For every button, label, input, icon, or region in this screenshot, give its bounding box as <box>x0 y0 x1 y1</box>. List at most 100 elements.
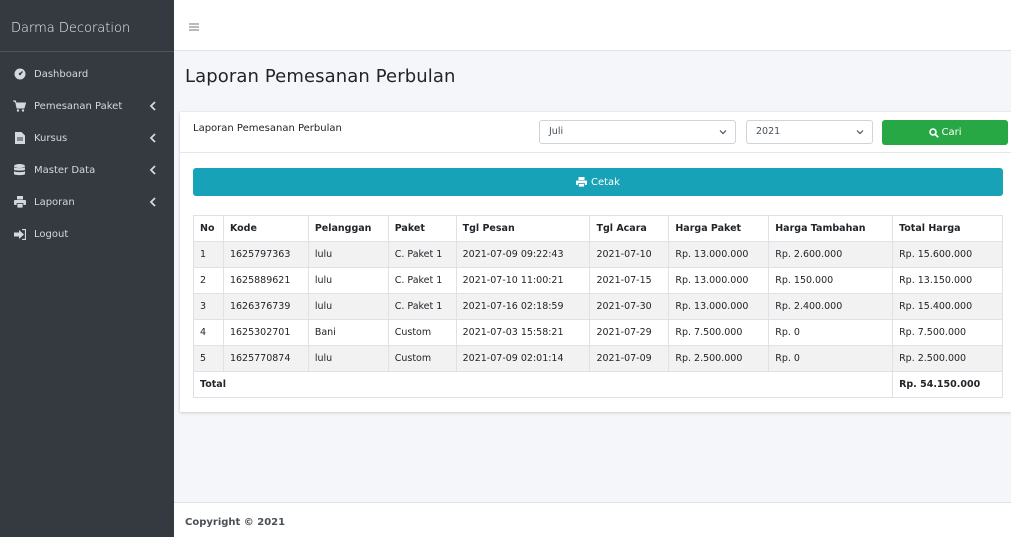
table-cell: 1625889621 <box>222 267 309 294</box>
sidebar-item-logout[interactable]: Logout <box>0 218 174 250</box>
month-select-value: Juli <box>549 126 564 137</box>
table-cell: 5 <box>193 345 224 372</box>
table-cell: lulu <box>307 241 389 268</box>
table-row: 2 1625889621 lulu C. Paket 1 2021-07-10 … <box>193 267 1003 294</box>
card-header: Laporan Pemesanan Perbulan Juli 2021 Car… <box>180 112 1011 153</box>
table-cell: 2021-07-10 11:00:21 <box>455 267 591 294</box>
year-select[interactable]: 2021 <box>746 120 873 144</box>
sidebar-item-master-data[interactable]: Master Data <box>0 154 174 186</box>
column-header-pelanggan: Pelanggan <box>307 215 389 242</box>
table-cell: Rp. 13.000.000 <box>668 267 770 294</box>
page-title: Laporan Pemesanan Perbulan <box>185 66 456 87</box>
column-header-tgl-acara: Tgl Acara <box>589 215 670 242</box>
chevron-left-icon <box>149 132 159 144</box>
table-cell: lulu <box>307 345 389 372</box>
table-cell: lulu <box>307 293 389 320</box>
print-button-label: Cetak <box>591 176 620 188</box>
column-header-total-harga: Total Harga <box>892 215 1003 242</box>
chevron-down-icon <box>856 128 864 136</box>
table-cell: Rp. 7.500.000 <box>892 319 1003 346</box>
report-card: Laporan Pemesanan Perbulan Juli 2021 Car… <box>180 112 1011 412</box>
table-cell: Rp. 2.500.000 <box>668 345 770 372</box>
sign-out-icon <box>13 228 26 241</box>
column-header-harga-paket: Harga Paket <box>668 215 770 242</box>
table-cell: 2 <box>193 267 224 294</box>
table-cell: 3 <box>193 293 224 320</box>
dashboard-gauge-icon <box>13 68 26 81</box>
table-row: 4 1625302701 Bani Custom 2021-07-03 15:5… <box>193 319 1003 346</box>
table-cell: Custom <box>387 345 457 372</box>
column-header-paket: Paket <box>387 215 457 242</box>
sidebar-item-label: Laporan <box>34 196 75 208</box>
shopping-cart-icon <box>13 100 26 113</box>
table-cell: 2021-07-15 <box>589 267 670 294</box>
table-cell: Rp. 13.000.000 <box>668 293 770 320</box>
sidebar-nav: Dashboard Pemesanan Paket Kursus Master … <box>0 58 174 250</box>
sidebar-item-label: Pemesanan Paket <box>34 100 123 112</box>
chevron-down-icon <box>719 128 727 136</box>
table-cell: 2021-07-09 02:01:14 <box>455 345 591 372</box>
total-label: Total <box>192 371 894 398</box>
table-cell: Rp. 15.400.000 <box>892 293 1003 320</box>
table-cell: C. Paket 1 <box>387 267 457 294</box>
top-navbar <box>174 8 1011 51</box>
table-cell: 2021-07-16 02:18:59 <box>455 293 591 320</box>
chevron-left-icon <box>149 164 159 176</box>
table-cell: Bani <box>307 319 389 346</box>
copyright-text: Copyright © 2021 <box>185 517 286 528</box>
table-cell: Rp. 15.600.000 <box>892 241 1003 268</box>
table-cell: lulu <box>307 267 389 294</box>
table-row: 3 1626376739 lulu C. Paket 1 2021-07-16 … <box>193 293 1003 320</box>
search-icon <box>928 127 939 138</box>
table-cell: 2021-07-30 <box>589 293 670 320</box>
table-cell: Rp. 13.000.000 <box>668 241 770 268</box>
hamburger-menu-icon[interactable] <box>188 21 200 33</box>
document-icon <box>13 132 26 145</box>
table-cell: Rp. 7.500.000 <box>668 319 770 346</box>
chevron-left-icon <box>149 196 159 208</box>
sidebar-item-label: Master Data <box>34 164 96 176</box>
brand-name[interactable]: Darma Decoration <box>0 8 174 52</box>
table-row: 5 1625770874 lulu Custom 2021-07-09 02:0… <box>193 345 1003 372</box>
search-button-label: Cari <box>941 127 962 138</box>
column-header-tgl-pesan: Tgl Pesan <box>455 215 591 242</box>
table-header-row: No Kode Pelanggan Paket Tgl Pesan Tgl Ac… <box>193 215 1003 242</box>
month-select[interactable]: Juli <box>539 120 736 144</box>
total-value: Rp. 54.150.000 <box>892 371 1003 398</box>
search-button[interactable]: Cari <box>882 120 1008 145</box>
table-total-row: Total Rp. 54.150.000 <box>192 371 1003 398</box>
table-cell: 2021-07-09 09:22:43 <box>455 241 591 268</box>
print-button[interactable]: Cetak <box>193 168 1003 196</box>
table-cell: C. Paket 1 <box>387 293 457 320</box>
report-table: No Kode Pelanggan Paket Tgl Pesan Tgl Ac… <box>192 215 1003 398</box>
table-cell: C. Paket 1 <box>387 241 457 268</box>
sidebar-item-label: Kursus <box>34 132 68 144</box>
chevron-left-icon <box>149 100 159 112</box>
sidebar: Darma Decoration Dashboard Pemesanan Pak… <box>0 0 174 537</box>
sidebar-item-laporan[interactable]: Laporan <box>0 186 174 218</box>
table-cell: 4 <box>193 319 224 346</box>
sidebar-item-pemesanan-paket[interactable]: Pemesanan Paket <box>0 90 174 122</box>
table-cell: Custom <box>387 319 457 346</box>
content-wrapper: Laporan Pemesanan Perbulan Laporan Pemes… <box>174 51 1011 502</box>
table-cell: Rp. 0 <box>768 319 894 346</box>
table-cell: Rp. 2.500.000 <box>892 345 1003 372</box>
sidebar-item-label: Dashboard <box>34 68 89 80</box>
table-cell: 1625797363 <box>222 241 309 268</box>
printer-icon <box>576 177 587 187</box>
database-icon <box>13 164 26 177</box>
table-cell: Rp. 13.150.000 <box>892 267 1003 294</box>
table-cell: Rp. 0 <box>768 345 894 372</box>
column-header-no: No <box>193 215 224 242</box>
footer: Copyright © 2021 <box>174 502 1011 537</box>
table-cell: 2021-07-29 <box>589 319 670 346</box>
column-header-harga-tambahan: Harga Tambahan <box>768 215 894 242</box>
table-cell: 1 <box>193 241 224 268</box>
column-header-kode: Kode <box>222 215 309 242</box>
table-cell: Rp. 2.400.000 <box>768 293 894 320</box>
table-cell: Rp. 2.600.000 <box>768 241 894 268</box>
sidebar-item-kursus[interactable]: Kursus <box>0 122 174 154</box>
table-cell: 2021-07-09 <box>589 345 670 372</box>
sidebar-item-dashboard[interactable]: Dashboard <box>0 58 174 90</box>
card-title: Laporan Pemesanan Perbulan <box>193 123 342 134</box>
